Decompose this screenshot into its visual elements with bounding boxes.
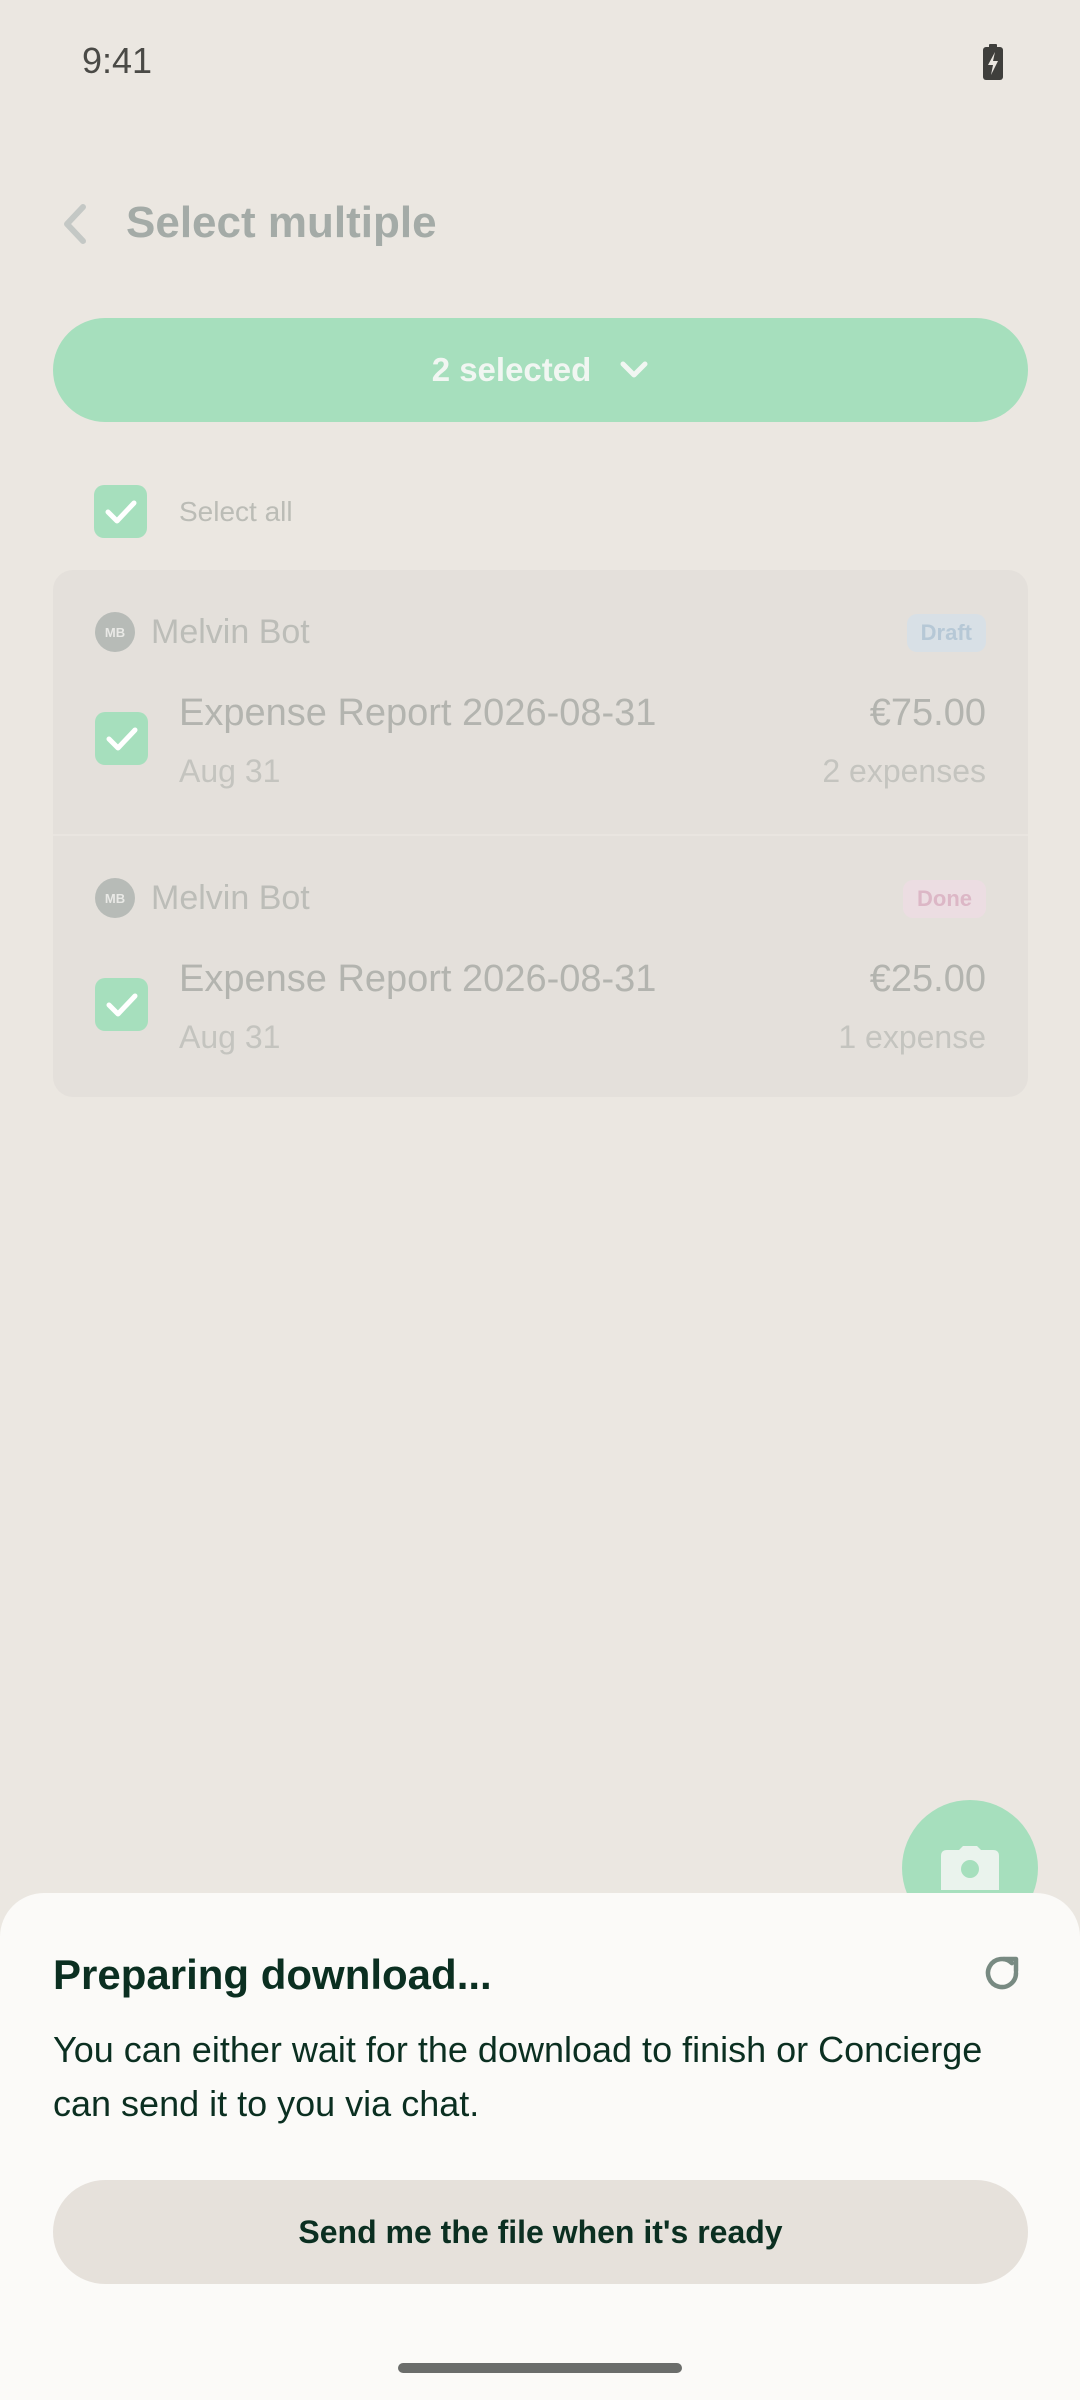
- checkmark-icon: [106, 993, 137, 1016]
- chevron-left-icon: [64, 204, 86, 244]
- report-amount: €75.00: [869, 692, 986, 734]
- select-all-checkbox[interactable]: [94, 485, 147, 538]
- sheet-message: You can either wait for the download to …: [53, 2029, 983, 2124]
- sheet-title: Preparing download...: [53, 1951, 492, 1998]
- download-bottom-sheet: Preparing download... You can either wai…: [0, 1893, 1080, 2400]
- chevron-down-icon: [620, 361, 648, 378]
- expense-count: 2 expenses: [822, 753, 986, 789]
- header: Select multiple: [0, 180, 1080, 270]
- camera-icon: [941, 1846, 999, 1890]
- report-date: Aug 31: [179, 753, 281, 789]
- report-date: Aug 31: [179, 1019, 281, 1055]
- selection-dropdown-button[interactable]: 2 selected: [53, 318, 1028, 422]
- expense-count: 1 expense: [838, 1019, 986, 1055]
- submitter-name: Melvin Bot: [151, 878, 310, 917]
- report-amount: €25.00: [869, 958, 986, 1000]
- select-all-label: Select all: [179, 495, 293, 527]
- selection-count-label: 2 selected: [431, 351, 592, 388]
- home-indicator[interactable]: [398, 2363, 682, 2373]
- status-badge: Draft: [906, 614, 986, 652]
- avatar: MB: [95, 878, 135, 918]
- send-file-button[interactable]: Send me the file when it's ready: [53, 2180, 1028, 2284]
- submitter: MB Melvin Bot: [95, 612, 310, 652]
- submitter: MB Melvin Bot: [95, 878, 310, 918]
- report-checkbox[interactable]: [95, 978, 148, 1031]
- report-title: Expense Report 2026-08-31: [179, 692, 657, 734]
- avatar: MB: [95, 612, 135, 652]
- checkmark-icon: [105, 500, 136, 523]
- refresh-icon: [985, 1956, 1019, 1990]
- status-badge: Done: [903, 880, 986, 918]
- report-title: Expense Report 2026-08-31: [179, 958, 657, 1000]
- report-list: MB Melvin Bot Draft Expense Report 2026-…: [53, 570, 1028, 1097]
- page-title: Select multiple: [126, 198, 437, 247]
- status-time: 9:41: [82, 40, 153, 81]
- screen: 9:41 Select multiple 2 selected Select a…: [0, 0, 1080, 2400]
- checkmark-icon: [106, 727, 137, 750]
- select-all-row[interactable]: Select all: [94, 485, 293, 538]
- submitter-name: Melvin Bot: [151, 612, 310, 651]
- back-button[interactable]: [48, 198, 100, 250]
- report-row[interactable]: MB Melvin Bot Done Expense Report 2026-0…: [53, 834, 1028, 1097]
- report-row[interactable]: MB Melvin Bot Draft Expense Report 2026-…: [53, 570, 1028, 834]
- status-bar: 9:41: [0, 0, 1080, 126]
- report-checkbox[interactable]: [95, 712, 148, 765]
- battery-charging-icon: [983, 44, 1003, 80]
